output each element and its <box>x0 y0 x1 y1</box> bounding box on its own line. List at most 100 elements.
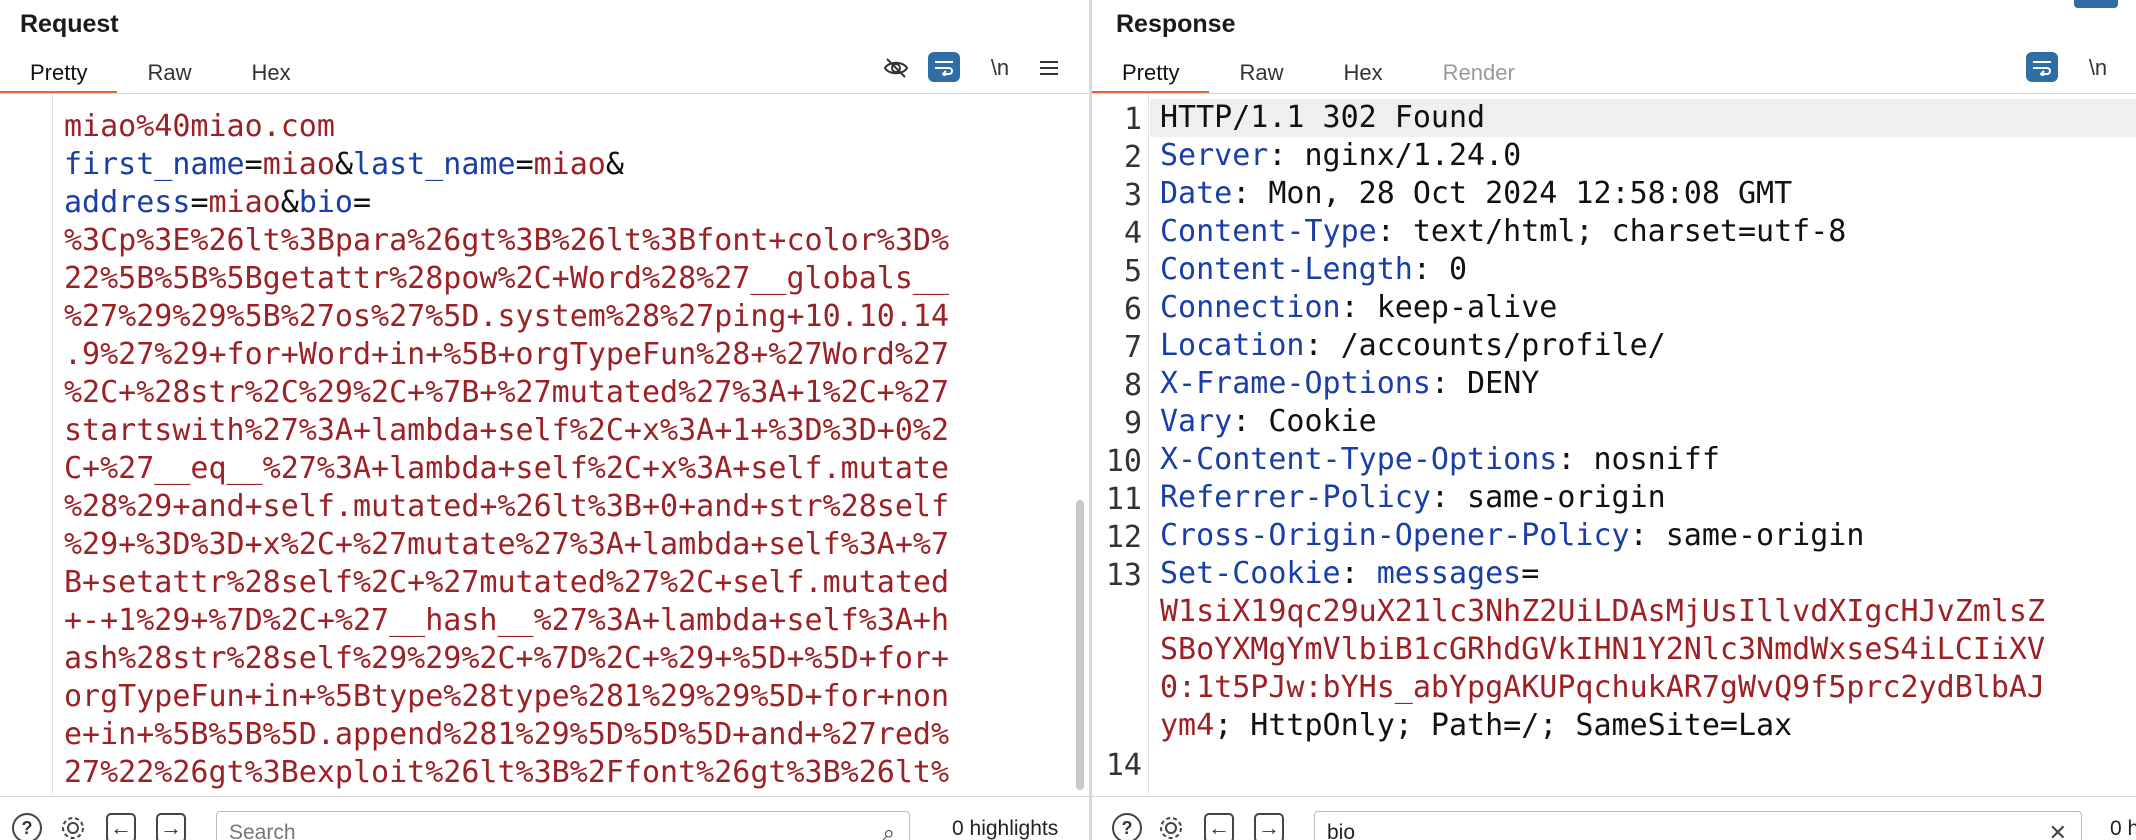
code-value: miao <box>533 147 606 182</box>
request-body: first_name=miao&last_name=miao& address=m… <box>64 146 949 830</box>
previous-arrow-icon[interactable]: ← <box>106 813 136 840</box>
code-text: = <box>515 147 534 182</box>
response-code-line: Connection: keep-alive <box>1160 289 2045 327</box>
response-code-line: Content-Type: text/html; charset=utf-8 <box>1160 213 2045 251</box>
code-value: %3Cp%3E%26lt%3Bpara%26gt%3B%26lt%3Bfont+… <box>64 223 950 258</box>
gear-icon[interactable] <box>58 813 88 840</box>
line-number: 11 <box>1105 482 1142 517</box>
response-code-line <box>1160 745 2045 783</box>
code-key: Content-Type <box>1160 214 1377 249</box>
code-value: %2C+%28str%2C%29%2C+%7B+%27mutated%27%3A… <box>64 375 950 410</box>
code-value: ash%28str%28self%29%29%2C+%7D%2C+%29+%5D… <box>64 641 950 676</box>
request-gutter <box>0 94 53 794</box>
hide-eye-icon[interactable] <box>880 52 912 84</box>
response-previous-arrow-icon[interactable]: ← <box>1204 813 1234 840</box>
code-value: miao <box>208 185 281 220</box>
response-tab-raw[interactable]: Raw <box>1209 52 1313 94</box>
code-value: 0:1t5PJw:bYHs_abYpgAKUPqchukAR7gWvQ9f5pr… <box>1160 670 2046 705</box>
response-tab-divider <box>1092 93 2136 94</box>
request-code-line: %29+%3D%3D+x%2C+%27mutate%27%3A+lambda+s… <box>64 526 949 564</box>
response-search-field[interactable]: ✕ <box>1314 811 2082 840</box>
code-text: = <box>353 185 372 220</box>
response-tab-pretty[interactable]: Pretty <box>1092 52 1210 94</box>
code-value: +-+1%29+%7D%2C+%27__hash__%27%3A+lambda+… <box>64 603 950 638</box>
word-wrap-icon[interactable] <box>928 52 960 82</box>
code-text: = <box>1521 556 1540 591</box>
request-code-line: B+setattr%28self%2C+%27mutated%27%2C+sel… <box>64 564 949 602</box>
code-text: = <box>244 147 263 182</box>
code-text: : DENY <box>1430 366 1540 401</box>
response-tab-hex[interactable]: Hex <box>1313 52 1412 94</box>
response-code-line: Server: nginx/1.24.0 <box>1160 137 2045 175</box>
request-search-input[interactable] <box>229 821 832 840</box>
request-search-field[interactable]: ⌕ <box>216 811 910 840</box>
request-tab-raw[interactable]: Raw <box>117 52 221 94</box>
code-text: : 0 <box>1412 252 1468 287</box>
code-key: Date <box>1160 176 1233 211</box>
line-number: 12 <box>1105 520 1142 555</box>
response-code-line: 0:1t5PJw:bYHs_abYpgAKUPqchukAR7gWvQ9f5pr… <box>1160 669 2045 707</box>
response-code-line: ym4; HttpOnly; Path=/; SameSite=Lax <box>1160 707 2045 745</box>
line-number: 6 <box>1123 292 1142 327</box>
request-scrollbar[interactable] <box>1076 500 1084 790</box>
line-number: 3 <box>1123 178 1142 213</box>
code-key: X-Content-Type-Options <box>1160 442 1558 477</box>
code-text: : same-origin <box>1629 518 1865 553</box>
code-text: : Mon, 28 Oct 2024 12:58:08 GMT <box>1232 176 1793 211</box>
code-value: SBoYXMgYmVlbiB1cGRhdGVkIHN1Y2Nlc3NmdWxse… <box>1160 632 2046 667</box>
code-key: Server <box>1160 138 1269 173</box>
code-value: %27%29%29%5B%27os%27%5D.system%28%27ping… <box>64 299 950 334</box>
request-code-line: first_name=miao&last_name=miao& <box>64 146 949 184</box>
request-code-line: C+%27__eq__%27%3A+lambda+self%2C+x%3A+se… <box>64 450 949 488</box>
layout-toggle-button[interactable] <box>2074 0 2118 8</box>
response-newline-toggle[interactable]: \n <box>2082 52 2114 84</box>
response-next-arrow-icon[interactable]: → <box>1254 813 1284 840</box>
code-value: C+%27__eq__%27%3A+lambda+self%2C+x%3A+se… <box>64 451 950 486</box>
help-icon[interactable]: ? <box>12 813 42 840</box>
code-text: = <box>190 185 209 220</box>
code-value: %29+%3D%3D+x%2C+%27mutate%27%3A+lambda+s… <box>64 527 950 562</box>
request-search-bar: ? ← → ⌕ 0 highlights <box>0 796 1090 840</box>
code-key: Connection <box>1160 290 1341 325</box>
request-tab-hex[interactable]: Hex <box>221 52 320 94</box>
request-code-line: +-+1%29+%7D%2C+%27__hash__%27%3A+lambda+… <box>64 602 949 640</box>
request-tab-pretty[interactable]: Pretty <box>0 52 118 94</box>
code-key: X-Frame-Options <box>1160 366 1431 401</box>
code-value: ym4 <box>1160 708 1215 743</box>
search-icon[interactable]: ⌕ <box>883 820 895 840</box>
response-help-icon[interactable]: ? <box>1112 813 1142 840</box>
code-key: Cross-Origin-Opener-Policy <box>1160 518 1630 553</box>
code-text: : keep-alive <box>1340 290 1558 325</box>
response-search-input[interactable] <box>1327 821 1997 840</box>
code-key: first_name <box>64 147 245 182</box>
request-tab-divider <box>0 93 1090 94</box>
code-text: & <box>334 147 353 182</box>
newline-toggle[interactable]: \n <box>984 52 1016 84</box>
code-value: miao <box>262 147 335 182</box>
code-key: Referrer-Policy <box>1160 480 1431 515</box>
response-code-line: Location: /accounts/profile/ <box>1160 327 2045 365</box>
response-tab-render[interactable]: Render <box>1413 52 1545 94</box>
code-key: Vary <box>1160 404 1233 439</box>
code-value: startswith%27%3A+lambda+self%2C+x%3A+1+%… <box>64 413 950 448</box>
request-pane: Request Pretty Raw Hex \n miao%40miao.co… <box>0 0 1090 840</box>
code-key: address <box>64 185 191 220</box>
response-gear-icon[interactable] <box>1156 813 1186 840</box>
clear-icon[interactable]: ✕ <box>2049 820 2067 840</box>
request-code-line: address=miao&bio= <box>64 184 949 222</box>
response-code-line: HTTP/1.1 302 Found <box>1160 99 2045 137</box>
code-value: 22%5B%5B%5Bgetattr%28pow%2C+Word%28%27__… <box>64 261 950 296</box>
line-number: 10 <box>1105 444 1142 479</box>
response-word-wrap-icon[interactable] <box>2026 52 2058 82</box>
response-code-line: Vary: Cookie <box>1160 403 2045 441</box>
next-arrow-icon[interactable]: → <box>156 813 186 840</box>
code-value: W1siX19qc29uX21lc3NhZ2UiLDAsMjUsIllvdXIg… <box>1160 594 2046 629</box>
response-code-line: X-Content-Type-Options: nosniff <box>1160 441 2045 479</box>
request-code-line: .9%27%29+for+Word+in+%5B+orgTypeFun%28+%… <box>64 336 949 374</box>
line-number: 5 <box>1123 254 1142 289</box>
response-title: Response <box>1116 10 1236 38</box>
request-code-line: 22%5B%5B%5Bgetattr%28pow%2C+Word%28%27__… <box>64 260 949 298</box>
code-text: HTTP/1.1 302 Found <box>1160 100 1486 135</box>
menu-icon[interactable] <box>1034 52 1064 84</box>
code-key: Content-Length <box>1160 252 1413 287</box>
